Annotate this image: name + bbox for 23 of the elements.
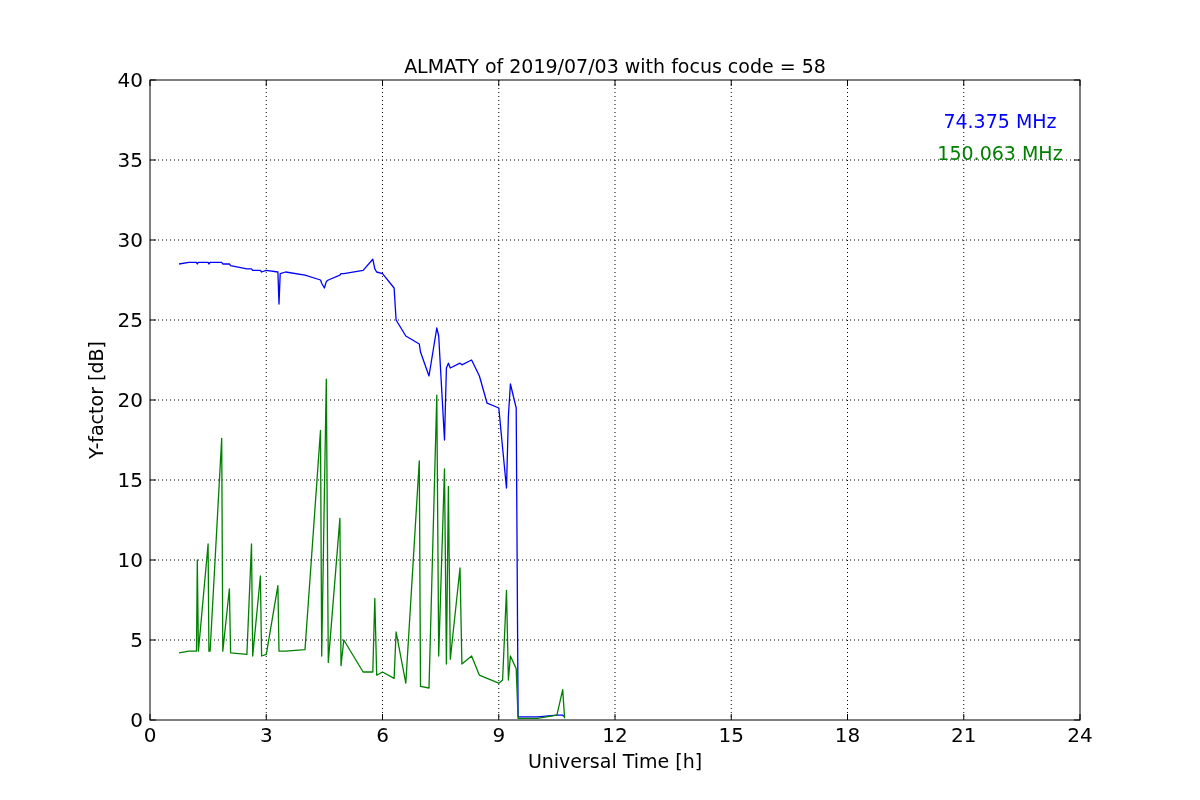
y-tick-label: 5 [130, 628, 143, 652]
x-tick-label: 12 [602, 723, 628, 747]
x-tick-label: 21 [951, 723, 977, 747]
x-tick-label: 15 [718, 723, 744, 747]
y-tick-label: 35 [117, 148, 143, 172]
chart-title: ALMATY of 2019/07/03 with focus code = 58 [404, 55, 826, 77]
y-axis-label: Y-factor [dB] [85, 341, 107, 459]
x-tick-label: 6 [376, 723, 389, 747]
x-tick-label: 3 [259, 723, 273, 747]
x-tick-label: 9 [492, 723, 506, 747]
y-tick-label: 15 [117, 468, 143, 492]
y-tick-label: 30 [117, 228, 143, 252]
y-tick-label: 25 [117, 308, 143, 332]
y-tick-label: 10 [117, 548, 143, 572]
y-tick-label: 20 [117, 388, 143, 412]
y-tick-label: 40 [117, 68, 143, 92]
legend-label: 150.063 MHz [937, 142, 1063, 164]
x-tick-label: 0 [143, 723, 157, 747]
x-axis-label: Universal Time [h] [527, 750, 703, 772]
y-tick-label: 0 [130, 708, 143, 732]
x-tick-label: 24 [1067, 723, 1093, 747]
x-tick-label: 18 [834, 723, 861, 747]
legend-label: 74.375 MHz [943, 110, 1057, 132]
